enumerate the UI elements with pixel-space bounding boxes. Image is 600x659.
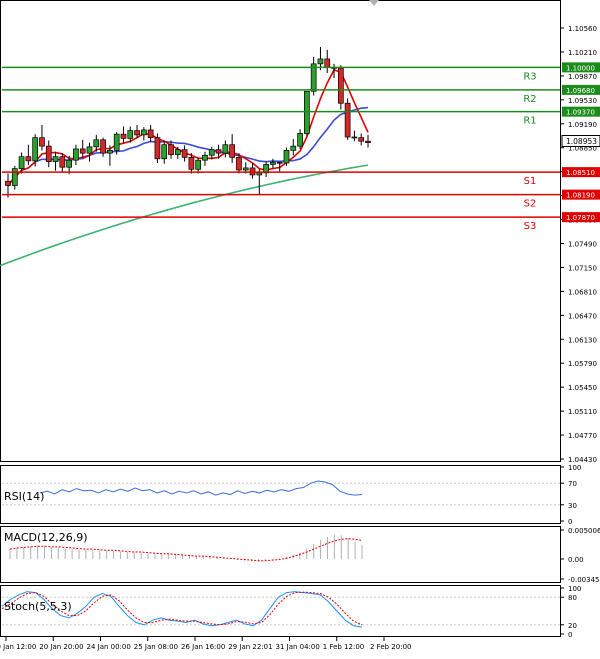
y-tick-label: 1.05110 bbox=[568, 408, 597, 416]
y-tick-label: 1.07490 bbox=[568, 241, 597, 249]
x-tick-label: 2 Feb 20:00 bbox=[370, 643, 411, 651]
x-tick-label: 19 Jan 12:00 bbox=[0, 643, 36, 651]
candle bbox=[154, 133, 161, 163]
x-tick-label: 1 Feb 12:00 bbox=[323, 643, 364, 651]
sub-tick-label: 70 bbox=[568, 480, 577, 488]
candle bbox=[337, 65, 344, 110]
level-name: R2 bbox=[523, 94, 536, 105]
candle bbox=[344, 98, 351, 140]
x-tick-label: 29 Jan 22:01 bbox=[228, 643, 272, 651]
x-tick-label: 20 Jan 20:00 bbox=[39, 643, 83, 651]
rsi-label: RSI(14) bbox=[4, 490, 44, 503]
stoch-pane bbox=[0, 585, 561, 637]
sub-tick-label: 30 bbox=[568, 502, 577, 510]
y-tick-label: 1.09870 bbox=[568, 73, 597, 81]
sub-tick-label: 0.005006 bbox=[568, 527, 600, 535]
macd-label: MACD(12,26,9) bbox=[4, 531, 88, 544]
stoch-label: Stoch(5,5,3) bbox=[4, 600, 72, 613]
y-tick-label: 1.05790 bbox=[568, 360, 597, 368]
y-tick-label: 1.06130 bbox=[568, 336, 597, 344]
sub-tick-label: 100 bbox=[568, 464, 581, 472]
sub-tick-label: 0 bbox=[568, 631, 572, 639]
chart-window: 1.10560 1.10210 1.09870 1.09530 1.09190 1.088… bbox=[0, 0, 600, 655]
sub-tick-label: -0.003458 bbox=[568, 576, 600, 584]
sub-tick-label: 100 bbox=[568, 585, 581, 593]
level-price: 1.10000 bbox=[566, 64, 595, 72]
sub-tick-label: 0.00 bbox=[568, 556, 584, 564]
main-pane bbox=[0, 0, 561, 462]
candle bbox=[283, 147, 290, 166]
y-tick-label: 1.10210 bbox=[568, 49, 597, 57]
current-price-label: 1.08953 bbox=[566, 137, 597, 146]
level-price: 1.09680 bbox=[566, 87, 595, 95]
level-name: S1 bbox=[524, 176, 537, 187]
sub-tick-label: 80 bbox=[568, 594, 577, 602]
rsi-pane bbox=[0, 465, 561, 524]
x-tick-label: 24 Jan 00:00 bbox=[87, 643, 131, 651]
x-tick-label: 25 Jan 08:00 bbox=[134, 643, 178, 651]
x-tick-label: 31 Jan 04:00 bbox=[276, 643, 320, 651]
level-price: 1.08190 bbox=[566, 192, 595, 200]
y-tick-label: 1.09530 bbox=[568, 97, 597, 105]
level-price: 1.07870 bbox=[566, 214, 595, 222]
y-tick-label: 1.04770 bbox=[568, 432, 597, 440]
current-price-tag: 1.08953 bbox=[561, 134, 600, 147]
level-name: R1 bbox=[523, 116, 536, 127]
candle bbox=[304, 90, 310, 137]
level-name: S2 bbox=[524, 199, 537, 210]
y-tick-label: 1.09190 bbox=[568, 121, 597, 129]
sub-tick-label: 0 bbox=[568, 518, 572, 526]
y-tick-label: 1.10560 bbox=[568, 25, 597, 33]
y-tick-label: 1.07150 bbox=[568, 264, 597, 272]
chart-svg: 1.105601.102101.098701.095301.091901.088… bbox=[0, 0, 600, 651]
x-tick-label: 26 Jan 16:00 bbox=[181, 643, 225, 651]
y-tick-label: 1.05450 bbox=[568, 384, 597, 392]
y-tick-label: 1.06810 bbox=[568, 288, 597, 296]
level-name: R3 bbox=[523, 71, 536, 82]
level-name: S3 bbox=[524, 221, 537, 232]
sub-tick-label: 20 bbox=[568, 622, 577, 630]
level-price: 1.09370 bbox=[566, 109, 595, 117]
y-tick-label: 1.06470 bbox=[568, 312, 597, 320]
level-price: 1.08510 bbox=[566, 169, 595, 177]
y-tick-label: 1.04430 bbox=[568, 456, 597, 464]
